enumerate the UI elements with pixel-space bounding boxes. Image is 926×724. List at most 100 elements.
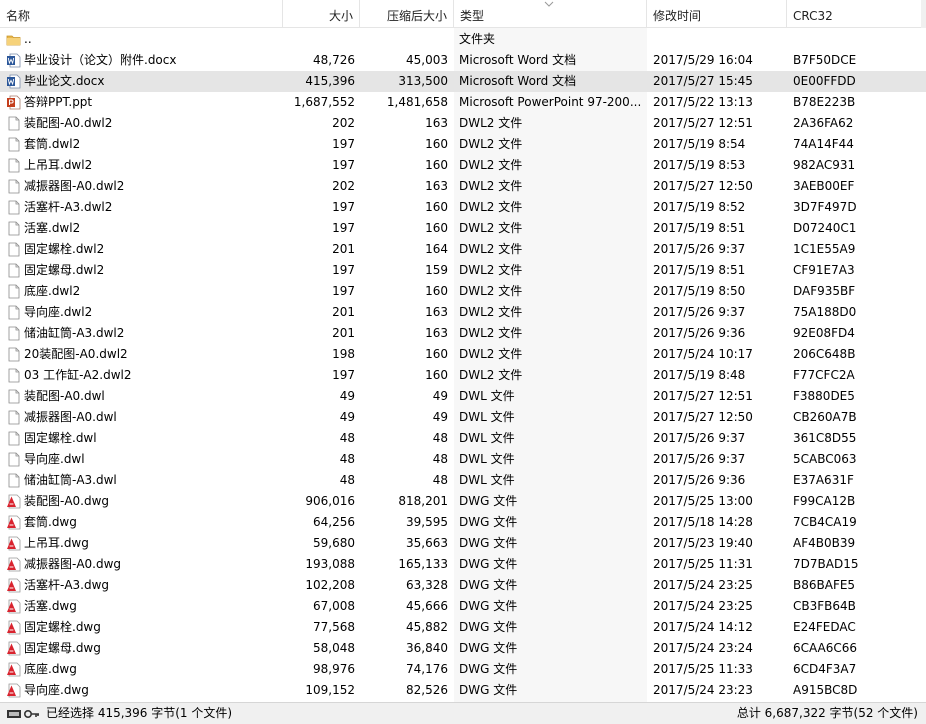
file-name: 装配图-A0.dwl: [24, 389, 105, 403]
column-header-modified[interactable]: 修改时间: [647, 0, 787, 28]
table-row[interactable]: 装配图-A0.dwl2 202 163 DWL2 文件 2017/5/27 12:51 2…: [0, 113, 926, 134]
column-header-packed-size[interactable]: 压缩后大小: [360, 0, 454, 28]
dwg-icon: [7, 515, 21, 530]
table-row[interactable]: 减振器图-A0.dwl 49 49 DWL 文件 2017/5/27 12:50 CB26…: [0, 407, 926, 428]
table-row[interactable]: 上吊耳.dwl2 197 160 DWL2 文件 2017/5/19 8:53 982AC…: [0, 155, 926, 176]
table-row[interactable]: 减振器图-A0.dwg 193,088 165,133 DWG 文件 2017/5/25…: [0, 554, 926, 575]
table-row[interactable]: 套筒.dwg 64,256 39,595 DWG 文件 2017/5/18 14:28 7…: [0, 512, 926, 533]
file-modified: 2017/5/27 12:51: [653, 389, 753, 403]
status-selection: 已经选择 415,396 字节(1 个文件): [46, 706, 233, 720]
table-row[interactable]: 固定螺栓.dwg 77,568 45,882 DWG 文件 2017/5/24 14:1…: [0, 617, 926, 638]
file-size: 193,088: [305, 557, 355, 571]
file-size: 197: [332, 158, 355, 172]
file-crc32: 206C648B: [793, 347, 856, 361]
file-crc32: 6CD4F3A7: [793, 662, 857, 676]
file-crc32: B86BAFE5: [793, 578, 856, 592]
file-type: DWL2 文件: [459, 137, 523, 151]
file-name: 底座.dwl2: [24, 284, 81, 298]
table-row[interactable]: 20装配图-A0.dwl2 198 160 DWL2 文件 2017/5/24 10:1…: [0, 344, 926, 365]
table-row[interactable]: 减振器图-A0.dwl2 202 163 DWL2 文件 2017/5/27 12:50…: [0, 176, 926, 197]
file-packed-size: 160: [425, 200, 448, 214]
file-type: DWG 文件: [459, 683, 518, 697]
file-size: 906,016: [305, 494, 355, 508]
table-row[interactable]: .. 文件夹: [0, 29, 926, 50]
table-row[interactable]: 上吊耳.dwg 59,680 35,663 DWG 文件 2017/5/23 19:40…: [0, 533, 926, 554]
file-type: DWG 文件: [459, 494, 518, 508]
table-row[interactable]: 活塞.dwl2 197 160 DWL2 文件 2017/5/19 8:51 D07240…: [0, 218, 926, 239]
file-size: 49: [339, 410, 355, 424]
file-icon: [8, 452, 20, 467]
file-size: 202: [332, 116, 355, 130]
scrollbar-top-edge[interactable]: [920, 0, 926, 28]
file-size: 77,568: [313, 620, 355, 634]
table-row[interactable]: 装配图-A0.dwl 49 49 DWL 文件 2017/5/27 12:51 F3880…: [0, 386, 926, 407]
table-row[interactable]: 储油缸筒-A3.dwl 48 48 DWL 文件 2017/5/26 9:36 E37A6…: [0, 470, 926, 491]
table-row[interactable]: 固定螺母.dwl2 197 159 DWL2 文件 2017/5/19 8:51 CF91…: [0, 260, 926, 281]
file-icon: [8, 284, 20, 299]
file-packed-size: 818,201: [398, 494, 448, 508]
file-type: DWL2 文件: [459, 263, 523, 277]
file-crc32: 6CAA6C66: [793, 641, 858, 655]
file-type: DWG 文件: [459, 641, 518, 655]
table-row[interactable]: 导向座.dwl 48 48 DWL 文件 2017/5/26 9:37 5CABC063: [0, 449, 926, 470]
file-packed-size: 164: [425, 242, 448, 256]
file-icon: [8, 347, 20, 362]
dwg-icon: [7, 599, 21, 614]
column-header-crc32[interactable]: CRC32: [787, 0, 920, 28]
file-icon: [8, 137, 20, 152]
table-row[interactable]: 导向座.dwl2 201 163 DWL2 文件 2017/5/26 9:37 75A18…: [0, 302, 926, 323]
file-packed-size: 160: [425, 347, 448, 361]
file-size: 201: [332, 305, 355, 319]
file-size: 197: [332, 263, 355, 277]
file-name: ..: [24, 32, 32, 46]
file-crc32: E24FEDAC: [793, 620, 856, 634]
table-row[interactable]: 活塞杆-A3.dwl2 197 160 DWL2 文件 2017/5/19 8:52 3D…: [0, 197, 926, 218]
table-row[interactable]: 储油缸筒-A3.dwl2 201 163 DWL2 文件 2017/5/26 9:36 9…: [0, 323, 926, 344]
sort-descending-icon: [544, 1, 554, 7]
file-crc32: F3880DE5: [793, 389, 855, 403]
file-crc32: D07240C1: [793, 221, 857, 235]
column-header-size[interactable]: 大小: [283, 0, 360, 28]
table-row[interactable]: 固定螺栓.dwl 48 48 DWL 文件 2017/5/26 9:37 361C8D55: [0, 428, 926, 449]
table-row-selected[interactable]: 毕业论文.docx 415,396 313,500 Microsoft Word 文档…: [0, 71, 926, 92]
table-row[interactable]: 固定螺栓.dwl2 201 164 DWL2 文件 2017/5/26 9:37 1C1E…: [0, 239, 926, 260]
table-row[interactable]: 答辩PPT.ppt 1,687,552 1,481,658 Microsoft Pow…: [0, 92, 926, 113]
file-packed-size: 45,882: [406, 620, 448, 634]
file-modified: 2017/5/19 8:51: [653, 221, 746, 235]
file-type: DWL2 文件: [459, 242, 523, 256]
file-crc32: 5CABC063: [793, 452, 857, 466]
table-row[interactable]: 毕业设计（论文）附件.docx 48,726 45,003 Microsoft Wor…: [0, 50, 926, 71]
table-row[interactable]: 03 工作缸-A2.dwl2 197 160 DWL2 文件 2017/5/19 8:4…: [0, 365, 926, 386]
drive-key-icon: [7, 709, 39, 719]
file-icon: [8, 305, 20, 320]
ppt-icon: [7, 95, 21, 110]
file-packed-size: 35,663: [406, 536, 448, 550]
table-row[interactable]: 底座.dwg 98,976 74,176 DWG 文件 2017/5/25 11:33 6…: [0, 659, 926, 680]
file-name: 减振器图-A0.dwl: [24, 410, 117, 424]
file-crc32: E37A631F: [793, 473, 854, 487]
dwg-icon: [7, 683, 21, 698]
table-row[interactable]: 活塞.dwg 67,008 45,666 DWG 文件 2017/5/24 23:25 C…: [0, 596, 926, 617]
file-size: 102,208: [305, 578, 355, 592]
file-modified: 2017/5/27 12:50: [653, 179, 753, 193]
file-packed-size: 74,176: [406, 662, 448, 676]
file-name: 答辩PPT.ppt: [24, 95, 93, 109]
dwg-icon: [7, 557, 21, 572]
table-row[interactable]: 底座.dwl2 197 160 DWL2 文件 2017/5/19 8:50 DAF935…: [0, 281, 926, 302]
file-name: 储油缸筒-A3.dwl: [24, 473, 117, 487]
table-row[interactable]: 活塞杆-A3.dwg 102,208 63,328 DWG 文件 2017/5/24 2…: [0, 575, 926, 596]
table-row[interactable]: 装配图-A0.dwg 906,016 818,201 DWG 文件 2017/5/25 …: [0, 491, 926, 512]
file-type: DWG 文件: [459, 599, 518, 613]
file-list: .. 文件夹 毕业设计（论文）附件.docx 48,726 45,003 Microsof…: [0, 28, 926, 702]
file-crc32: A915BC8D: [793, 683, 858, 697]
file-crc32: CF91E7A3: [793, 263, 855, 277]
file-modified: 2017/5/26 9:37: [653, 242, 746, 256]
table-row[interactable]: 导向座.dwg 109,152 82,526 DWG 文件 2017/5/24 23:2…: [0, 680, 926, 701]
table-row[interactable]: 固定螺母.dwg 58,048 36,840 DWG 文件 2017/5/24 23:2…: [0, 638, 926, 659]
table-row[interactable]: 套筒.dwl2 197 160 DWL2 文件 2017/5/19 8:54 74A14F…: [0, 134, 926, 155]
file-packed-size: 163: [425, 116, 448, 130]
column-header-name[interactable]: 名称: [0, 0, 283, 28]
file-name: 上吊耳.dwg: [24, 536, 89, 550]
file-packed-size: 45,666: [406, 599, 448, 613]
file-icon: [8, 389, 20, 404]
